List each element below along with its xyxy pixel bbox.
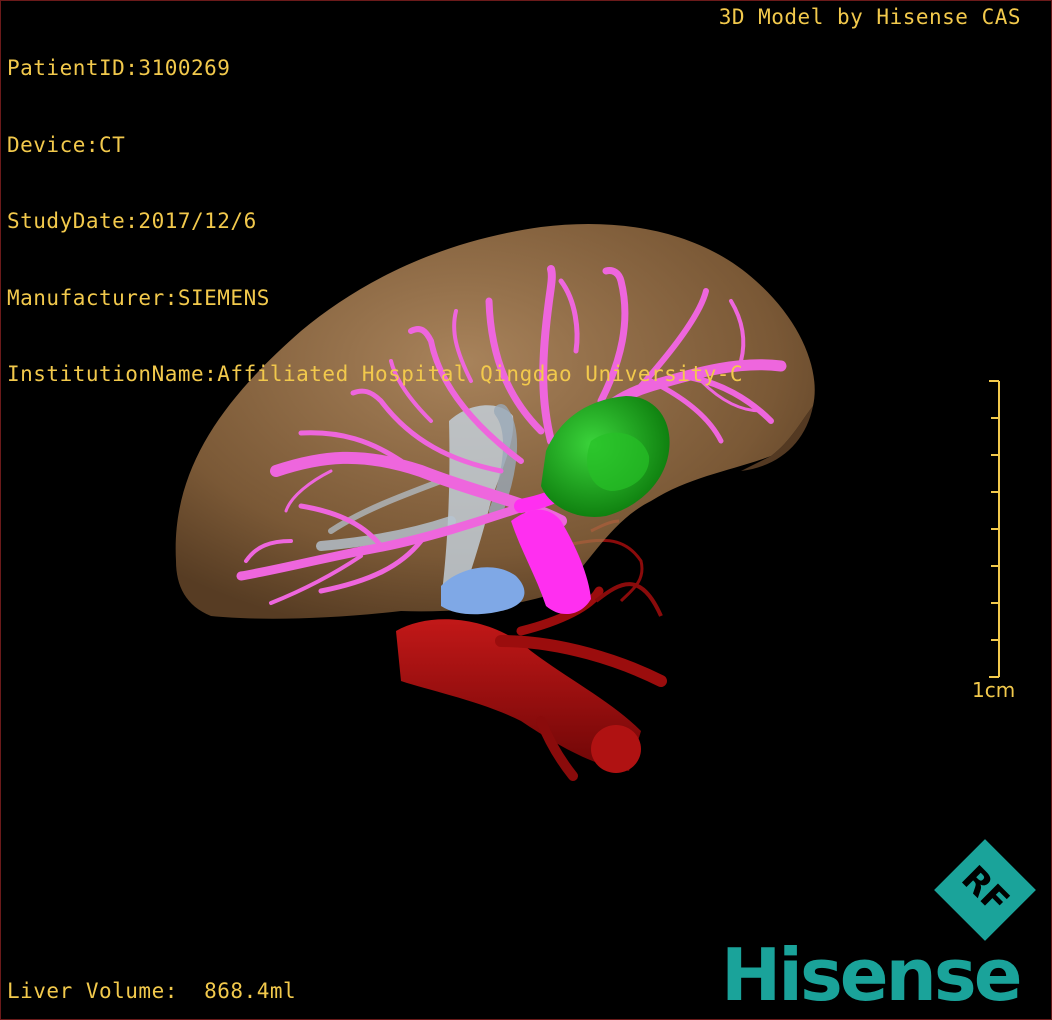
patient-id: PatientID:3100269 — [7, 56, 231, 80]
institution-name: InstitutionName:Affiliated Hospital Qing… — [7, 362, 744, 386]
hisense-logo: Hisense — [721, 933, 1023, 1017]
scale-bar — [989, 380, 1000, 678]
dicom-info-panel: PatientID:3100269 Device:CT StudyDate:20… — [7, 5, 743, 439]
liver-volume: Liver Volume: 868.4ml — [7, 979, 297, 1003]
3d-render-viewport[interactable]: RF PatientID:3100269 Device:CT StudyDate… — [0, 0, 1052, 1020]
scale-bar-label: 1cm — [972, 678, 1016, 702]
device: Device:CT — [7, 132, 126, 157]
rf-emblem-logo: RF — [934, 839, 1036, 941]
study-date: StudyDate:2017/12/6 — [7, 209, 257, 233]
manufacturer: Manufacturer:SIEMENS — [7, 285, 270, 310]
model-credit: 3D Model by Hisense CAS — [718, 5, 1021, 29]
